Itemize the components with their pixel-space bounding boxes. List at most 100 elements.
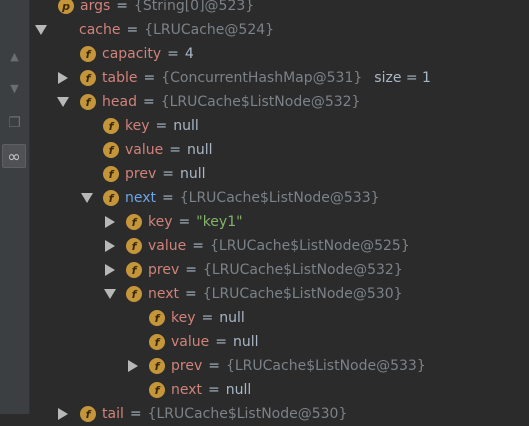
equals-sign: =	[155, 118, 168, 134]
equals-sign: =	[185, 262, 197, 278]
variable-name: next	[171, 382, 203, 398]
variable-value: {LRUCache$ListNode@525}	[209, 238, 410, 254]
tree-row-n533-prev[interactable]: f prev = {LRUCache$ListNode@532}	[29, 258, 529, 282]
variable-value: null	[173, 118, 199, 134]
tree-row-capacity[interactable]: f capacity = 4	[29, 42, 529, 66]
variable-name: cache	[79, 22, 121, 38]
tree-row-n533-next[interactable]: f next = {LRUCache$ListNode@530}	[29, 282, 529, 306]
expand-arrow-icon[interactable]	[104, 264, 116, 276]
object-icon	[57, 22, 73, 38]
expand-arrow-icon[interactable]	[104, 240, 116, 252]
equals-sign: =	[167, 46, 179, 62]
field-icon: f	[103, 118, 119, 134]
tree-row-tail[interactable]: f tail = {LRUCache$ListNode@530}	[29, 402, 529, 426]
field-icon: f	[149, 334, 165, 350]
variable-value: null	[179, 166, 206, 182]
tree-row-table[interactable]: f table = {ConcurrentHashMap@531} size = 1	[29, 66, 529, 90]
variable-name: next	[148, 286, 180, 302]
variable-name: head	[102, 94, 137, 110]
tree-row-n530-key[interactable]: f key = null	[29, 306, 529, 330]
tree-row-n530-next[interactable]: f next = null	[29, 378, 529, 402]
equals-sign: =	[162, 166, 174, 182]
variable-value: {LRUCache$ListNode@530}	[147, 406, 348, 422]
field-icon: f	[149, 382, 165, 398]
tree-row-cache[interactable]: cache = {LRUCache@524}	[29, 18, 529, 42]
variable-name: key	[171, 310, 196, 326]
field-icon: f	[149, 310, 165, 326]
variable-name: tail	[102, 406, 124, 422]
equals-sign: =	[208, 382, 220, 398]
field-icon: f	[80, 406, 96, 422]
variable-value: null	[225, 382, 252, 398]
tree-row-n533-key[interactable]: f key = "key1"	[29, 210, 529, 234]
equals-sign: =	[201, 310, 214, 326]
expand-arrow-icon[interactable]	[127, 360, 139, 372]
variable-value: {LRUCache$ListNode@532}	[202, 262, 403, 278]
variable-name: prev	[125, 166, 157, 182]
equals-sign: =	[169, 142, 181, 158]
field-icon: f	[103, 142, 119, 158]
expand-arrow-icon[interactable]	[57, 72, 69, 84]
field-icon: f	[126, 214, 142, 230]
variable-value: {ConcurrentHashMap@531}	[161, 70, 363, 86]
variable-value: null	[186, 142, 213, 158]
variable-value: {LRUCache$ListNode@533}	[225, 358, 426, 374]
variable-name: table	[102, 70, 138, 86]
equals-sign: =	[162, 190, 174, 206]
field-icon: f	[126, 286, 142, 302]
tree-row-n530-value[interactable]: f value = null	[29, 330, 529, 354]
variable-value: {String[0]@523}	[134, 0, 255, 14]
field-icon: f	[80, 46, 96, 62]
variable-name: value	[171, 334, 210, 350]
variables-tree: p args = {String[0]@523} cache = {LRUCache@524…	[29, 0, 529, 422]
variable-name: value	[148, 238, 187, 254]
equals-sign: =	[129, 406, 142, 422]
variable-name: prev	[171, 358, 203, 374]
variable-value: null	[232, 334, 259, 350]
field-icon: f	[126, 262, 142, 278]
variable-name: value	[125, 142, 164, 158]
field-icon: f	[80, 94, 96, 110]
up-arrow-icon[interactable]: ▲	[4, 46, 25, 67]
tree-row-n533-value[interactable]: f value = {LRUCache$ListNode@525}	[29, 234, 529, 258]
variable-value: null	[219, 310, 245, 326]
field-icon: f	[103, 190, 119, 206]
variable-name: key	[125, 118, 150, 134]
expand-arrow-icon[interactable]	[57, 408, 69, 420]
equals-sign: =	[185, 286, 197, 302]
equals-sign: =	[126, 22, 139, 38]
variable-value: {LRUCache$ListNode@532}	[160, 94, 361, 110]
expand-arrow-icon[interactable]	[104, 216, 116, 228]
variable-value: {LRUCache@524}	[144, 22, 275, 38]
parameter-icon: p	[58, 0, 74, 14]
variable-name: capacity	[102, 46, 162, 62]
copy-icon[interactable]: ❐	[4, 112, 25, 133]
variable-name: key	[148, 214, 173, 230]
variable-value: "key1"	[196, 214, 243, 230]
down-arrow-icon[interactable]: ▼	[4, 78, 25, 99]
variable-name: next	[125, 190, 157, 206]
tree-row-n530-prev[interactable]: f prev = {LRUCache$ListNode@533}	[29, 354, 529, 378]
equals-sign: =	[208, 358, 220, 374]
tree-row-head[interactable]: f head = {LRUCache$ListNode@532}	[29, 90, 529, 114]
collapse-arrow-icon[interactable]	[81, 192, 93, 204]
field-icon: f	[126, 238, 142, 254]
tree-row-head-prev[interactable]: f prev = null	[29, 162, 529, 186]
tree-row-head-key[interactable]: f key = null	[29, 114, 529, 138]
debugger-toolbar: ▲ ▼ ❐ ∞	[0, 0, 30, 414]
tree-row-head-next[interactable]: f next = {LRUCache$ListNode@533}	[29, 186, 529, 210]
tree-row-head-value[interactable]: f value = null	[29, 138, 529, 162]
field-icon: f	[149, 358, 165, 374]
equals-sign: =	[178, 214, 191, 230]
tree-row-args[interactable]: p args = {String[0]@523}	[29, 0, 529, 18]
variable-name: prev	[148, 262, 180, 278]
variable-size: size = 1	[374, 70, 431, 86]
variable-value: {LRUCache$ListNode@533}	[179, 190, 380, 206]
collapse-arrow-icon[interactable]	[104, 288, 116, 300]
collapse-arrow-icon[interactable]	[35, 24, 47, 36]
equals-sign: =	[116, 0, 129, 14]
collapse-arrow-icon[interactable]	[57, 96, 69, 108]
equals-sign: =	[192, 238, 204, 254]
watch-icon[interactable]: ∞	[2, 144, 26, 168]
variable-value: {LRUCache$ListNode@530}	[202, 286, 403, 302]
